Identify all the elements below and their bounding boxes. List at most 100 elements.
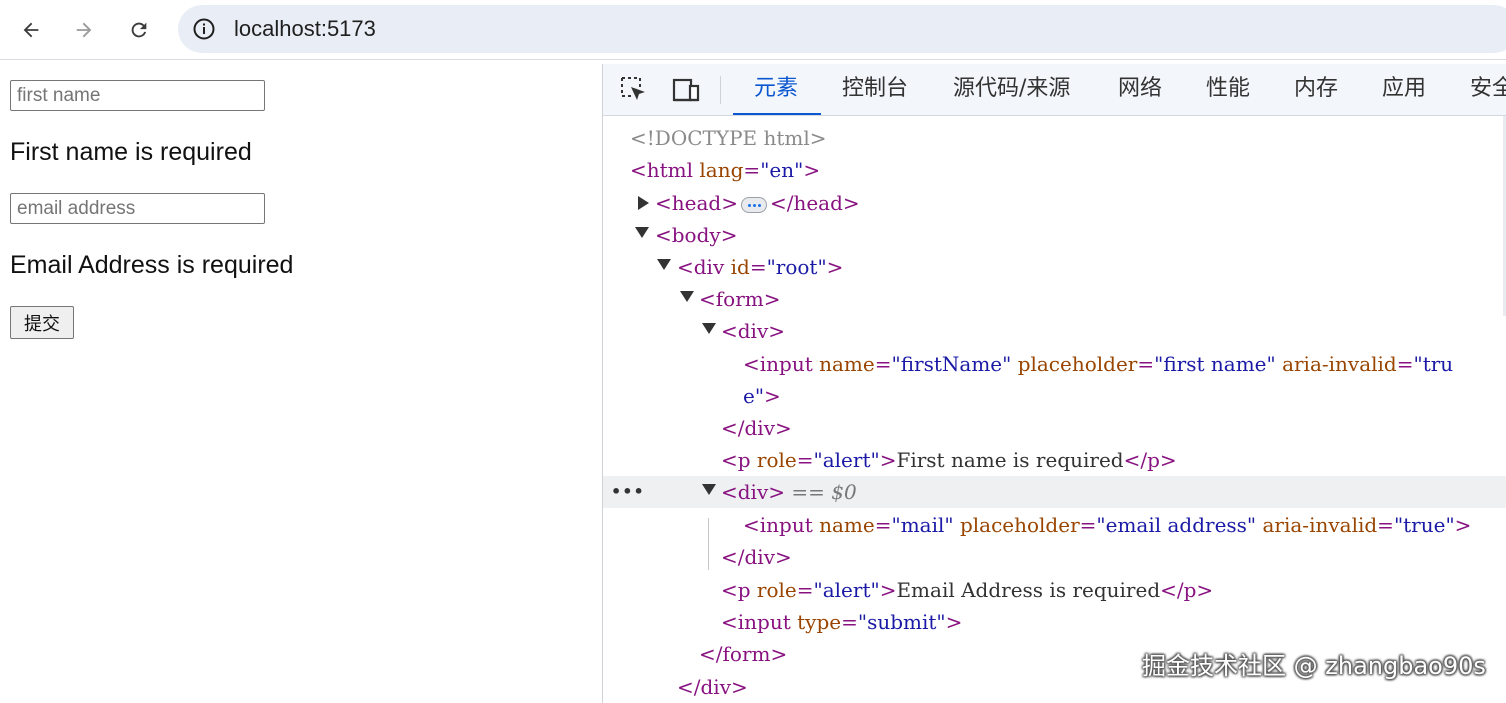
first-name-input[interactable] — [10, 80, 265, 111]
head-tag-text: <head> </head> — [655, 187, 860, 219]
collapse-triangle-icon[interactable] — [702, 484, 716, 495]
collapsed-ellipsis-button[interactable] — [740, 196, 767, 213]
info-icon[interactable] — [192, 17, 216, 41]
input1-val2: "first name" — [1154, 352, 1276, 376]
input2-text: <input name="mail" placeholder="email ad… — [743, 513, 1472, 537]
reload-icon — [131, 22, 147, 38]
p2-attr: role — [756, 578, 797, 602]
email-error: Email Address is required — [10, 251, 294, 279]
dom-node-p-alert-second[interactable]: <p role="alert">Email Address is require… — [603, 574, 1506, 606]
submit-input-close: > — [945, 610, 963, 634]
dom-node-div-second-selected[interactable]: ••• <div> == $0 — [603, 476, 1506, 508]
root-div-value: "root" — [766, 255, 827, 279]
submit-input-text: <input type="submit"> — [721, 610, 963, 634]
collapse-triangle-icon[interactable] — [680, 291, 694, 302]
tab-application[interactable]: 应用 — [1382, 64, 1426, 115]
submit-input-value: "submit" — [857, 610, 946, 634]
dom-node-input-firstname[interactable]: <input name="firstName" placeholder="fir… — [603, 348, 1506, 380]
dom-node-body[interactable]: <body> — [603, 219, 1506, 251]
dom-node-head[interactable]: <head> </head> — [603, 187, 1506, 219]
inspect-element-icon[interactable] — [619, 75, 649, 105]
dom-node-input-submit[interactable]: <input type="submit"> — [603, 606, 1506, 638]
body-open-text: <body> — [655, 223, 738, 247]
input2-attr2: placeholder — [959, 513, 1080, 537]
address-bar[interactable]: localhost:5173 — [178, 5, 1506, 53]
submit-button[interactable]: 提交 — [10, 306, 74, 339]
tab-elements[interactable]: 元素 — [754, 64, 798, 115]
div2-open: <div> — [721, 480, 786, 504]
dom-node-input-mail[interactable]: <input name="mail" placeholder="email ad… — [603, 509, 1506, 541]
input2-attr1: name — [819, 513, 875, 537]
input1-text: <input name="firstName" placeholder="fir… — [743, 352, 1454, 376]
dom-node-html[interactable]: <html lang="en"> — [603, 154, 1506, 186]
head-close: </head> — [769, 191, 860, 215]
submit-input-attr: type — [797, 610, 842, 634]
dom-node-input-firstname-wrap[interactable]: e"> — [603, 380, 1506, 412]
dom-tree: <!DOCTYPE html> <html lang="en"> <head> <… — [603, 116, 1506, 703]
form-close-text: </form> — [699, 642, 788, 666]
div1-close-text: </div> — [721, 416, 792, 440]
input1-attr3: aria-invalid — [1282, 352, 1397, 376]
more-options-icon[interactable]: ••• — [611, 476, 645, 508]
input2-attr3: aria-invalid — [1262, 513, 1378, 537]
input1-wrap-text: e"> — [743, 380, 781, 412]
tab-security[interactable]: 安全 — [1470, 64, 1506, 115]
collapse-triangle-icon[interactable] — [657, 259, 671, 270]
root-div-close-text: </div> — [677, 675, 748, 699]
root-div-open: <div — [677, 255, 725, 279]
arrow-right-icon — [76, 22, 92, 38]
p1-text: <p role="alert">First name is required</… — [721, 448, 1177, 472]
url-text[interactable]: localhost:5173 — [234, 17, 376, 41]
browser-toolbar: localhost:5173 — [0, 0, 1506, 60]
root-div-close-bracket: > — [826, 255, 844, 279]
input1-val3-start: "tru — [1413, 352, 1454, 376]
root-div-attr: id — [730, 255, 750, 279]
dom-node-p-alert-first[interactable]: <p role="alert">First name is required</… — [603, 444, 1506, 476]
tab-memory[interactable]: 内存 — [1294, 64, 1338, 115]
tab-network[interactable]: 网络 — [1118, 64, 1162, 115]
p1-attr: role — [756, 448, 797, 472]
submit-input-open: <input — [721, 610, 791, 634]
input1-close: > — [764, 384, 781, 408]
tab-console[interactable]: 控制台 — [842, 64, 908, 115]
reload-button[interactable] — [121, 12, 157, 48]
dom-node-doctype[interactable]: <!DOCTYPE html> — [603, 122, 1506, 154]
div2-text: <div> == $0 — [721, 476, 857, 508]
p2-close: </p> — [1160, 578, 1214, 602]
toolbar-separator — [720, 76, 721, 104]
doctype-text: <!DOCTYPE html> — [630, 126, 827, 150]
input2-close: > — [1454, 513, 1472, 537]
forward-button[interactable] — [66, 12, 102, 48]
input1-attr2: placeholder — [1017, 352, 1138, 376]
dom-node-div-first-close[interactable]: </div> — [603, 412, 1506, 444]
dom-node-root-div[interactable]: <div id="root"> — [603, 251, 1506, 283]
first-name-error: First name is required — [10, 138, 252, 166]
head-open: <head> — [655, 191, 738, 215]
expand-triangle-icon[interactable] — [638, 196, 649, 210]
dom-node-div-first[interactable]: <div> — [603, 315, 1506, 347]
back-button[interactable] — [13, 12, 49, 48]
html-attr-name: lang — [699, 158, 744, 182]
html-tag-close: > — [803, 158, 821, 182]
input1-val1: "firstName" — [891, 352, 1012, 376]
dom-node-div-second-close[interactable]: </div> — [603, 541, 1506, 573]
p1-open: <p — [721, 448, 751, 472]
watermark-text: 掘金技术社区 @ zhangbao90s — [1142, 652, 1486, 680]
tab-sources[interactable]: 源代码/来源 — [953, 64, 1070, 115]
p2-value: "alert" — [813, 578, 880, 602]
email-input[interactable] — [10, 193, 265, 224]
html-attr-value: "en" — [760, 158, 804, 182]
collapse-triangle-icon[interactable] — [702, 323, 716, 334]
root-div-text: <div id="root"> — [677, 255, 844, 279]
input2-open: <input — [743, 513, 813, 537]
dom-node-form[interactable]: <form> — [603, 283, 1506, 315]
tab-performance[interactable]: 性能 — [1206, 64, 1250, 115]
collapse-triangle-icon[interactable] — [635, 227, 649, 238]
html-tag-open: <html — [630, 158, 694, 182]
div2-close-text: </div> — [721, 545, 792, 569]
devtools-panel: 元素 控制台 源代码/来源 网络 性能 内存 应用 安全 <!DOCTYPE h… — [602, 64, 1506, 703]
p1-close: </p> — [1123, 448, 1177, 472]
input1-open: <input — [743, 352, 813, 376]
device-toolbar-icon[interactable] — [671, 75, 701, 105]
input2-val3: "true" — [1393, 513, 1455, 537]
